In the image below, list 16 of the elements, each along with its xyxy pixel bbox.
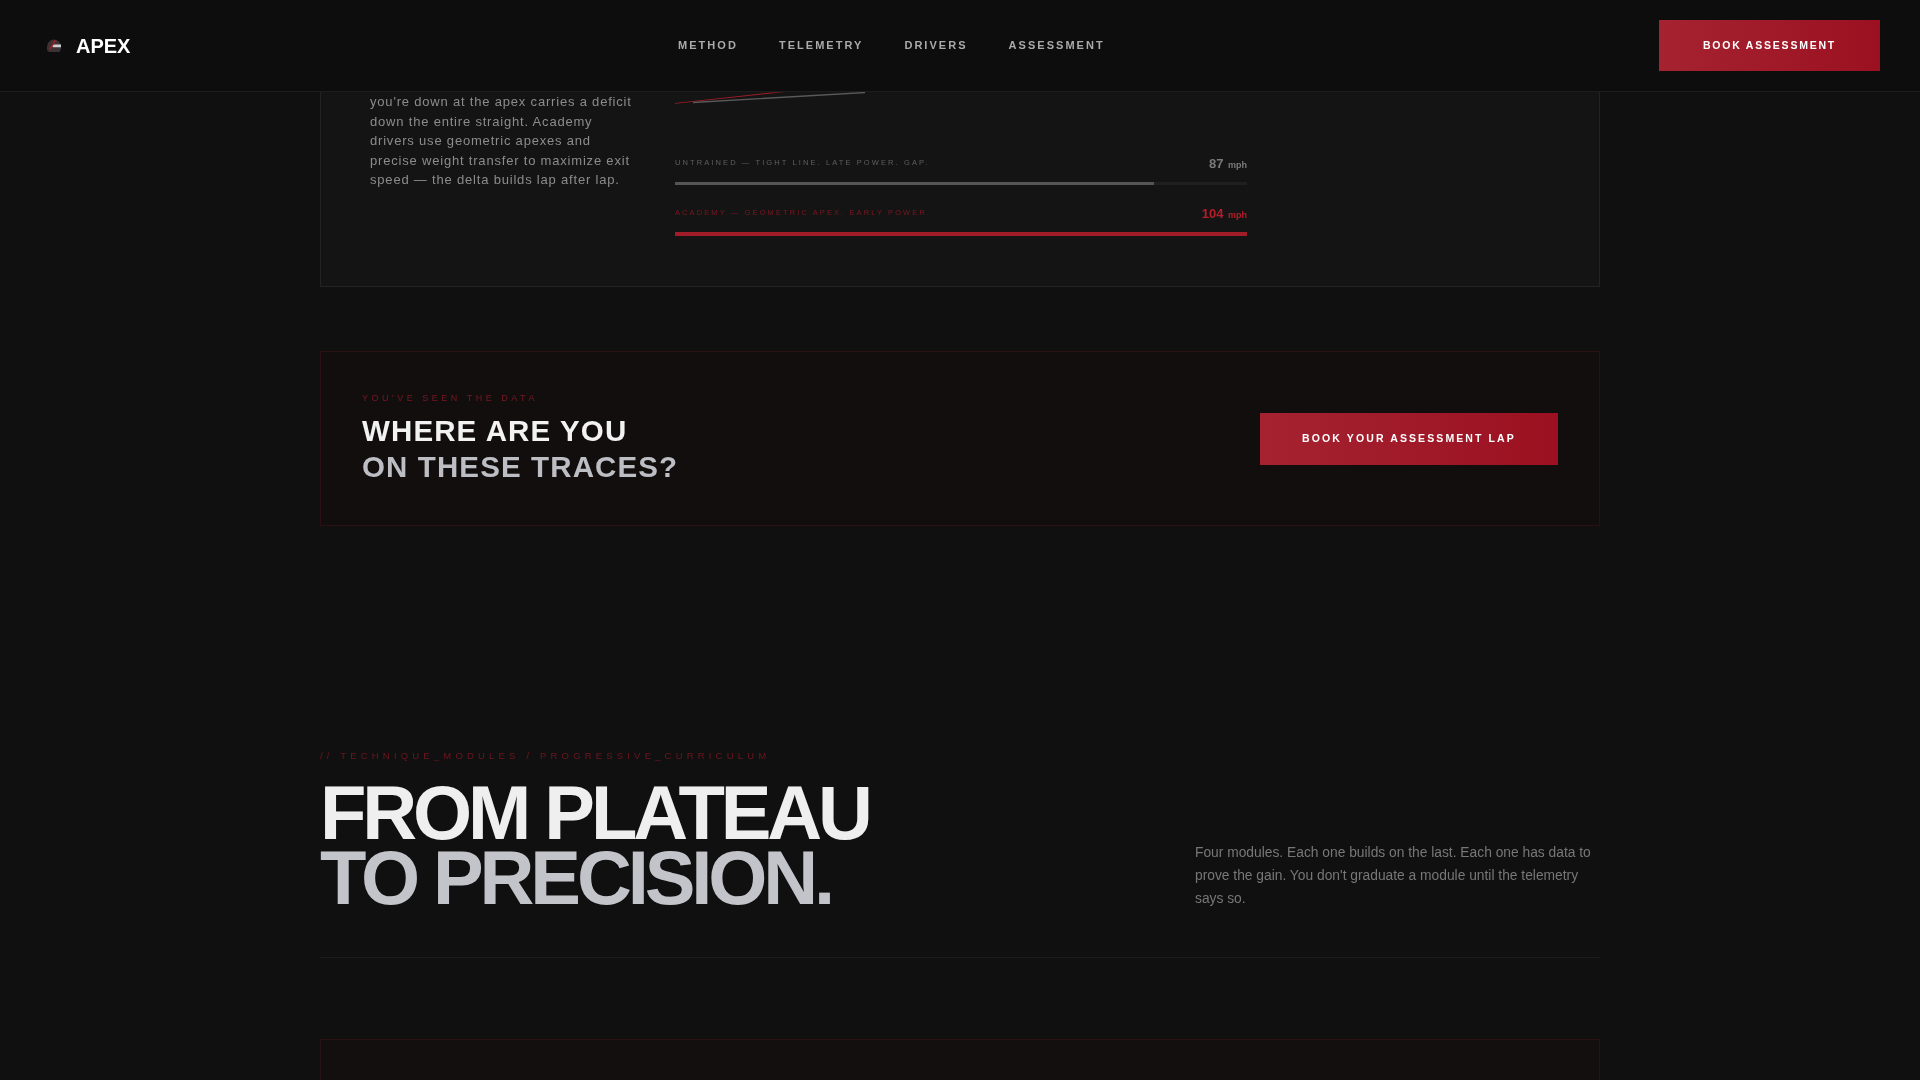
cta-heading: WHERE ARE YOU ON THESE TRACES?: [362, 413, 679, 485]
nav-link[interactable]: TELEMETRY: [778, 37, 864, 54]
nav-link[interactable]: ASSESSMENT: [1008, 37, 1105, 54]
helmet-icon: [46, 38, 62, 54]
book-lap-button[interactable]: BOOK YOUR ASSESSMENT LAP: [1260, 412, 1558, 465]
nav-link[interactable]: DRIVERS: [904, 37, 968, 54]
home-logo-link[interactable]: APEX: [46, 30, 131, 58]
section-eyebrow: // TECHNIQUE_MODULES / PROGRESSIVE_CURRICULUM: [320, 749, 771, 763]
book-assessment-button[interactable]: BOOK ASSESSMENT: [1659, 20, 1880, 71]
description-text: you're down at the apex carries a deficit down the entire straight. Academy drivers use geometric apexes and precise weight transfer to maximize exit speed — the delta builds lap after lap.: [370, 93, 633, 189]
speed-reading: 87 mph: [1209, 155, 1247, 173]
section-intro-text: Four modules. Each one builds on the last. Each one has data to prove the gain. You don't graduate a module until the telemetry says so.: [1195, 844, 1592, 908]
nav-link[interactable]: METHOD: [678, 37, 738, 54]
cta-eyebrow: YOU'VE SEEN THE DATA: [362, 392, 538, 404]
speed-reading: 104 mph: [1201, 205, 1247, 223]
section-heading: FROM PLATEAU TO PRECISION.: [320, 780, 869, 910]
